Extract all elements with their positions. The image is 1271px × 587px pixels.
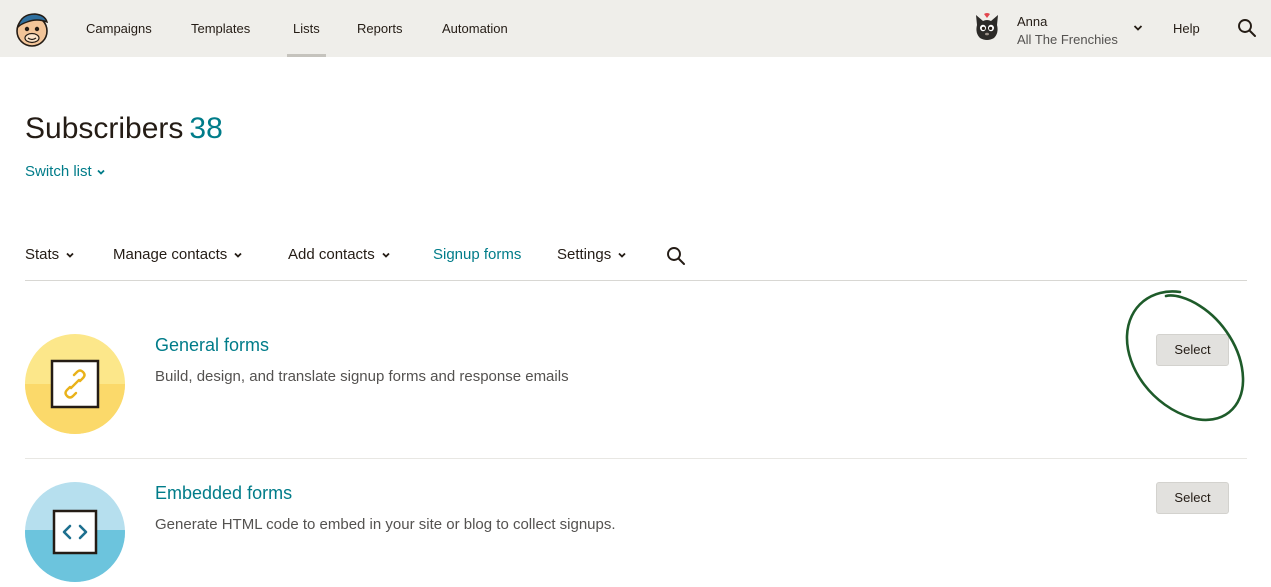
freddie-logo[interactable]	[13, 10, 51, 48]
chevron-down-icon	[234, 252, 242, 258]
page-title: Subscribers 38	[25, 112, 223, 146]
account-name: Anna	[1017, 14, 1048, 29]
switch-list-label: Switch list	[25, 163, 92, 180]
chevron-down-icon	[382, 252, 390, 258]
nav-templates[interactable]: Templates	[191, 0, 250, 57]
chevron-down-icon	[1133, 25, 1143, 31]
form-option-embedded: Embedded forms Generate HTML code to emb…	[25, 458, 1247, 587]
embedded-forms-title[interactable]: Embedded forms	[155, 483, 292, 504]
subscriber-count: 38	[189, 112, 223, 145]
general-forms-title[interactable]: General forms	[155, 335, 269, 356]
chevron-down-icon	[97, 169, 105, 175]
code-icon	[25, 482, 125, 582]
cat-avatar	[976, 13, 998, 40]
subnav-stats[interactable]: Stats	[25, 246, 75, 263]
subnav-manage-contacts[interactable]: Manage contacts	[113, 246, 243, 263]
subnav-add-contacts[interactable]: Add contacts	[288, 246, 391, 263]
embedded-forms-select-button[interactable]: Select	[1156, 482, 1229, 514]
help-link[interactable]: Help	[1173, 0, 1200, 57]
account-menu[interactable]: Anna All The Frenchies	[974, 12, 1152, 47]
subnav-stats-label: Stats	[25, 246, 60, 263]
nav-automation[interactable]: Automation	[442, 0, 508, 57]
chevron-down-icon	[66, 252, 74, 258]
general-forms-select-button[interactable]: Select	[1156, 334, 1229, 366]
nav-reports[interactable]: Reports	[357, 0, 403, 57]
nav-lists[interactable]: Lists	[287, 0, 326, 57]
search-icon[interactable]	[1237, 18, 1257, 38]
subnav-settings-label: Settings	[557, 246, 612, 263]
nav-campaigns[interactable]: Campaigns	[86, 0, 152, 57]
search-icon[interactable]	[666, 246, 686, 266]
page-title-text: Subscribers	[25, 112, 184, 145]
top-navigation-bar: Campaigns Templates Lists Reports Automa…	[0, 0, 1271, 57]
subnav-divider	[25, 280, 1247, 281]
account-organization: All The Frenchies	[1017, 32, 1118, 47]
subnav-signup-forms[interactable]: Signup forms	[433, 246, 521, 263]
subnav-signup-forms-label: Signup forms	[433, 246, 522, 263]
general-forms-description: Build, design, and translate signup form…	[155, 368, 569, 385]
form-option-general: General forms Build, design, and transla…	[25, 310, 1247, 458]
subnav-settings[interactable]: Settings	[557, 246, 627, 263]
link-icon	[25, 334, 125, 434]
subnav-add-contacts-label: Add contacts	[288, 246, 375, 263]
chevron-down-icon	[618, 252, 626, 258]
subnav-manage-contacts-label: Manage contacts	[113, 246, 228, 263]
switch-list-dropdown[interactable]: Switch list	[25, 163, 106, 180]
embedded-forms-description: Generate HTML code to embed in your site…	[155, 516, 616, 533]
